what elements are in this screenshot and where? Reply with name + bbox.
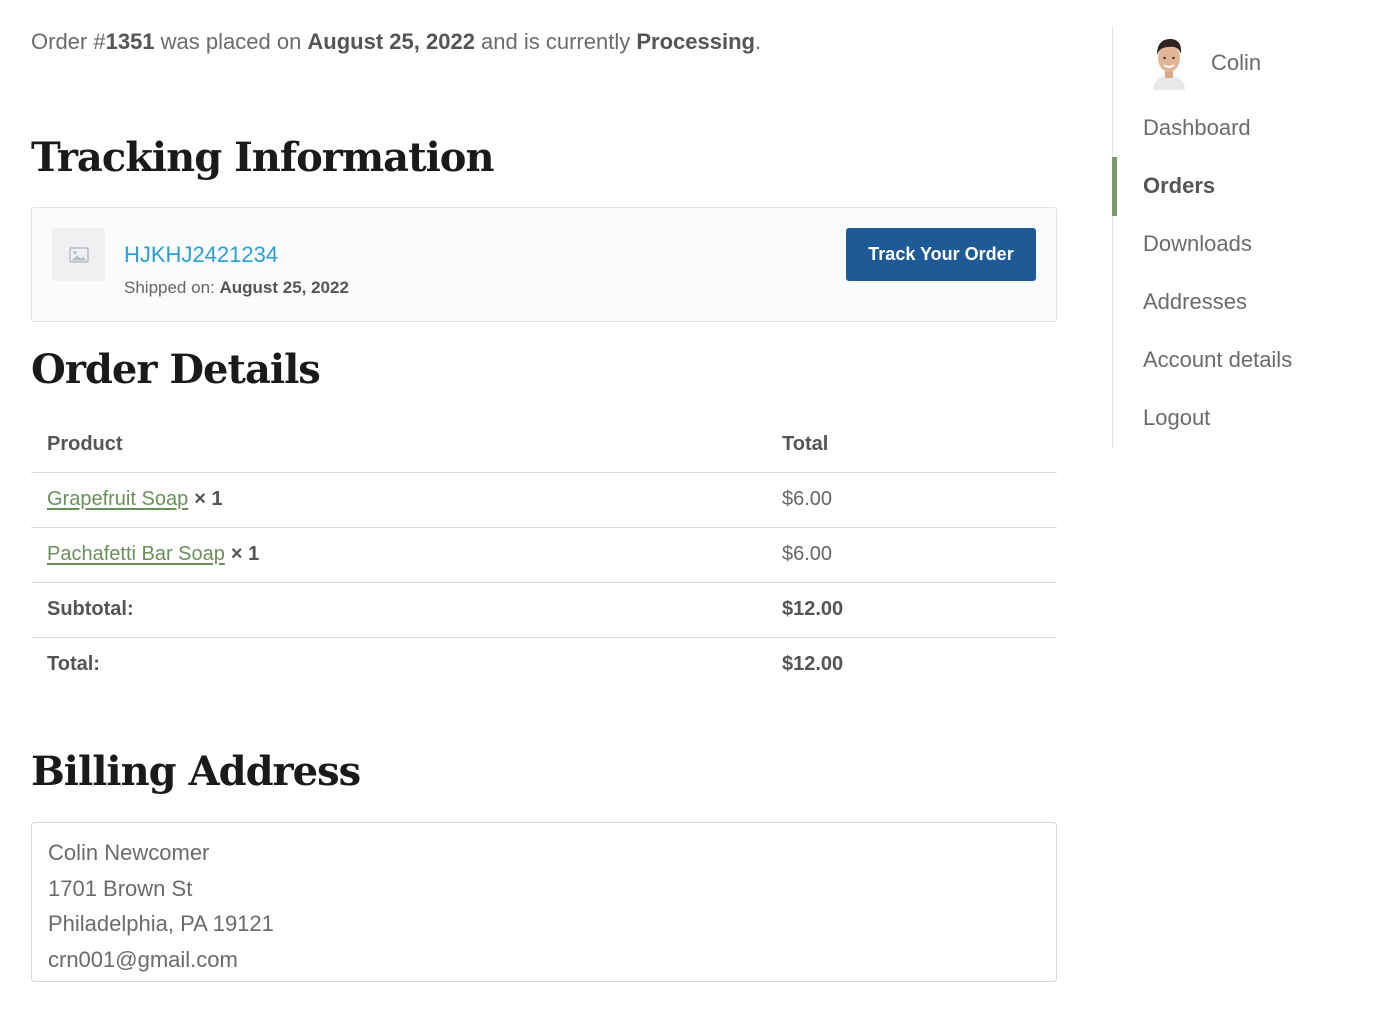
order-summary-suffix: . <box>754 29 762 54</box>
nav-item-logout[interactable]: Logout <box>1143 405 1210 431</box>
user-profile: Colin <box>1149 36 1261 90</box>
order-summary: Order #1351 was placed on August 25, 202… <box>31 29 761 55</box>
order-details-heading: Order Details <box>31 346 321 393</box>
product-link[interactable]: Pachafetti Bar Soap <box>47 543 225 565</box>
image-placeholder-icon <box>52 228 105 281</box>
billing-address: Colin Newcomer 1701 Brown St Philadelphi… <box>31 822 1057 982</box>
order-date: August 25, 2022 <box>307 29 475 54</box>
nav-item-account-details[interactable]: Account details <box>1143 347 1292 373</box>
subtotal-row: Subtotal: $12.00 <box>31 583 1057 638</box>
tracking-heading: Tracking Information <box>31 134 495 181</box>
billing-heading: Billing Address <box>31 748 361 795</box>
line-total: $6.00 <box>782 488 833 510</box>
user-avatar <box>1153 39 1185 90</box>
nav-item-dashboard[interactable]: Dashboard <box>1143 115 1251 141</box>
order-summary-text-2: and is currently <box>474 29 637 54</box>
total-label: Total: <box>47 653 100 675</box>
product-cell: Pachafetti Bar Soap × 1 <box>47 543 259 566</box>
order-summary-prefix: Order # <box>31 29 106 54</box>
order-status: Processing <box>636 29 755 54</box>
order-summary-text: was placed on <box>154 29 308 54</box>
tracking-number-link[interactable]: HJKHJ2421234 <box>124 242 278 268</box>
billing-street: 1701 Brown St <box>48 875 193 901</box>
table-header-row: Product Total <box>31 418 1057 473</box>
total-value: $12.00 <box>782 653 844 675</box>
order-number: 1351 <box>105 29 155 54</box>
billing-city: Philadelphia, PA 19121 <box>48 911 274 936</box>
order-details-table: Product Total Grapefruit Soap × 1 $6.00 P… <box>31 418 1057 693</box>
total-row: Total: $12.00 <box>31 638 1057 693</box>
nav-item-orders[interactable]: Orders <box>1143 173 1215 199</box>
nav-item-addresses[interactable]: Addresses <box>1143 289 1247 315</box>
subtotal-label: Subtotal: <box>47 598 134 620</box>
product-link[interactable]: Grapefruit Soap <box>47 488 188 510</box>
product-quantity: × 1 <box>230 543 260 565</box>
product-quantity: × 1 <box>194 488 223 510</box>
subtotal-value: $12.00 <box>782 598 844 620</box>
shipped-date: August 25, 2022 <box>219 278 349 297</box>
line-total: $6.00 <box>782 543 833 565</box>
table-row: Grapefruit Soap × 1 $6.00 <box>31 473 1057 528</box>
nav-item-downloads[interactable]: Downloads <box>1143 231 1252 257</box>
tracking-card: HJKHJ2421234 Shipped on: August 25, 2022… <box>31 207 1057 322</box>
user-name: Colin <box>1211 50 1262 75</box>
product-cell: Grapefruit Soap × 1 <box>47 488 223 511</box>
account-navigation: Colin Dashboard Orders Downloads Address… <box>1112 26 1400 448</box>
shipped-label: Shipped on: <box>124 278 220 297</box>
shipped-on: Shipped on: August 25, 2022 <box>124 278 349 298</box>
column-header-total: Total <box>782 433 829 455</box>
table-row: Pachafetti Bar Soap × 1 $6.00 <box>31 528 1057 583</box>
active-indicator <box>1112 157 1117 216</box>
column-header-product: Product <box>47 433 123 455</box>
billing-email: crn001@gmail.com <box>48 946 238 972</box>
billing-name: Colin Newcomer <box>48 840 210 865</box>
track-order-button[interactable]: Track Your Order <box>846 228 1036 281</box>
